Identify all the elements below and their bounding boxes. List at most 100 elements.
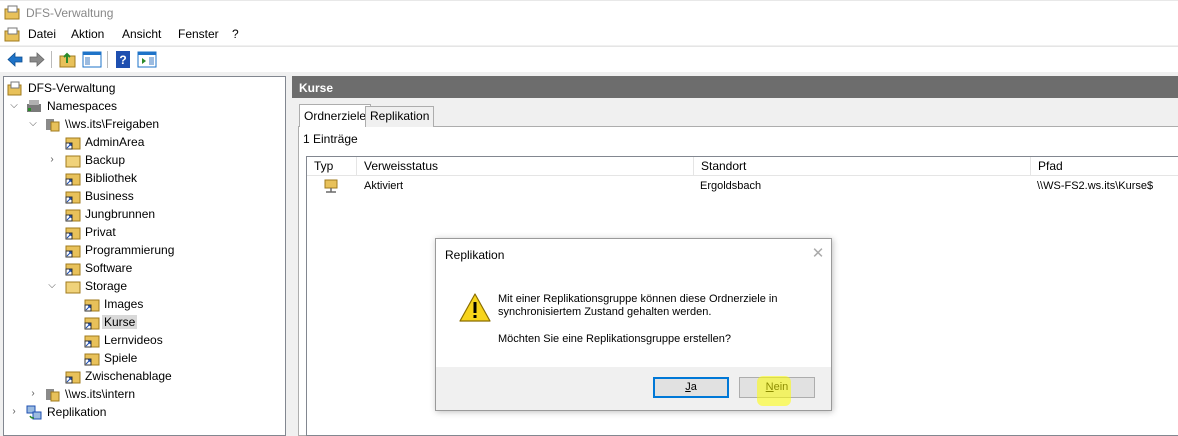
folder-link-icon bbox=[65, 137, 81, 150]
replication-icon bbox=[26, 405, 42, 420]
no-button[interactable]: Nein bbox=[739, 377, 815, 398]
folder-link-icon bbox=[65, 227, 81, 240]
folder-link-icon bbox=[84, 335, 100, 348]
back-arrow-icon[interactable] bbox=[5, 50, 25, 69]
tree-item-label: DFS-Verwaltung bbox=[28, 81, 116, 95]
tree-item-adminarea[interactable]: AdminArea bbox=[4, 133, 285, 151]
svg-text:?: ? bbox=[119, 53, 126, 67]
expand-chevron-icon[interactable]: › bbox=[9, 406, 19, 418]
tree-item-label: AdminArea bbox=[85, 135, 145, 149]
tree-item-freigaben[interactable]: ⌵ \\ws.its\Freigaben bbox=[4, 115, 285, 133]
no-mnemonic: N bbox=[765, 381, 774, 393]
column-header-standort[interactable]: Standort bbox=[694, 157, 1031, 176]
folder-link-icon bbox=[65, 263, 81, 276]
tree-item-label: Bibliothek bbox=[85, 171, 138, 185]
tab-ordnerziele[interactable]: Ordnerziele bbox=[299, 104, 372, 127]
show-hide-tree-icon[interactable] bbox=[82, 50, 102, 69]
up-folder-icon[interactable] bbox=[58, 50, 78, 69]
tree-item-label: Software bbox=[85, 261, 133, 275]
toolbar-separator bbox=[107, 51, 108, 68]
tree-item-label: Replikation bbox=[47, 405, 107, 419]
tree-item-lernvideos[interactable]: Lernvideos bbox=[4, 331, 285, 349]
tree-item-zwischenablage[interactable]: Zwischenablage bbox=[4, 367, 285, 385]
tree-item-label: \\ws.its\intern bbox=[65, 387, 136, 401]
folder-link-icon bbox=[65, 191, 81, 204]
toolbar: ? bbox=[0, 46, 1178, 72]
tree-item-label: \\ws.its\Freigaben bbox=[65, 117, 160, 131]
dfs-app-icon bbox=[4, 5, 20, 20]
close-icon[interactable]: ✕ bbox=[809, 245, 827, 263]
tree-item-backup[interactable]: › Backup bbox=[4, 151, 285, 169]
tree-item-label: Spiele bbox=[104, 351, 138, 365]
menu-datei[interactable]: Datei bbox=[28, 27, 56, 41]
entry-count: 1 Einträge bbox=[303, 132, 358, 146]
tree-item-label: Business bbox=[85, 189, 134, 203]
tree-item-label: Privat bbox=[85, 225, 116, 239]
cell-path: \\WS-FS2.ws.its\Kurse$ bbox=[1037, 180, 1154, 192]
replication-dialog: Replikation ✕ Mit einer Replikationsgrup… bbox=[435, 238, 832, 411]
tree-item-dfs-verwaltung[interactable]: DFS-Verwaltung bbox=[4, 79, 285, 97]
forward-arrow-icon[interactable] bbox=[27, 50, 47, 69]
tree-item-label: Namespaces bbox=[47, 99, 118, 113]
tree-item-intern[interactable]: › \\ws.its\intern bbox=[4, 385, 285, 403]
dialog-footer: Ja Nein bbox=[436, 367, 831, 410]
tree-item-label: Zwischenablage bbox=[85, 369, 172, 383]
dialog-message: Mit einer Replikationsgruppe können dies… bbox=[498, 293, 778, 318]
tree-item-label: Backup bbox=[85, 153, 126, 167]
column-header-typ[interactable]: Typ bbox=[307, 157, 357, 176]
table-row[interactable]: Aktiviert Ergoldsbach \\WS-FS2.ws.its\Ku… bbox=[307, 177, 1178, 195]
tree-item-label-selected: Kurse bbox=[102, 315, 138, 329]
collapse-chevron-icon[interactable]: ⌵ bbox=[28, 118, 38, 130]
folder-link-icon bbox=[65, 245, 81, 258]
folder-link-icon bbox=[65, 209, 81, 222]
show-hide-action-pane-icon[interactable] bbox=[137, 50, 157, 69]
namespace-server-icon bbox=[46, 119, 60, 132]
yes-button[interactable]: Ja bbox=[653, 377, 729, 398]
toolbar-separator bbox=[51, 51, 52, 68]
folder-link-icon bbox=[84, 317, 100, 330]
navigation-tree: DFS-Verwaltung ⌵ Namespaces ⌵ \\ws.its\F… bbox=[3, 76, 286, 436]
tree-item-software[interactable]: Software bbox=[4, 259, 285, 277]
tree-item-images[interactable]: Images bbox=[4, 295, 285, 313]
namespace-server-icon bbox=[46, 389, 60, 402]
tree-item-business[interactable]: Business bbox=[4, 187, 285, 205]
tree-item-namespaces[interactable]: ⌵ Namespaces bbox=[4, 97, 285, 115]
menu-aktion[interactable]: Aktion bbox=[71, 27, 104, 41]
tree-item-programmierung[interactable]: Programmierung bbox=[4, 241, 285, 259]
tab-replikation[interactable]: Replikation bbox=[365, 106, 435, 127]
tree-item-jungbrunnen[interactable]: Jungbrunnen bbox=[4, 205, 285, 223]
tree-item-spiele[interactable]: Spiele bbox=[4, 349, 285, 367]
title-bar: DFS-Verwaltung bbox=[0, 0, 1178, 24]
help-icon[interactable]: ? bbox=[113, 50, 133, 69]
tree-item-storage[interactable]: ⌵ Storage bbox=[4, 277, 285, 295]
expand-chevron-icon[interactable]: › bbox=[47, 154, 57, 166]
tree-item-label: Images bbox=[104, 297, 144, 311]
system-menu-icon[interactable] bbox=[4, 26, 21, 42]
tree-item-privat[interactable]: Privat bbox=[4, 223, 285, 241]
column-header-verweisstatus[interactable]: Verweisstatus bbox=[357, 157, 694, 176]
dialog-title: Replikation bbox=[445, 248, 505, 262]
column-header-pfad[interactable]: Pfad bbox=[1031, 157, 1178, 176]
menu-help[interactable]: ? bbox=[232, 27, 239, 41]
pane-title: Kurse bbox=[299, 81, 334, 95]
folder-link-icon bbox=[65, 371, 81, 384]
collapse-chevron-icon[interactable]: ⌵ bbox=[47, 280, 57, 292]
folder-icon bbox=[65, 155, 81, 168]
tree-item-label: Lernvideos bbox=[104, 333, 163, 347]
tree-item-bibliothek[interactable]: Bibliothek bbox=[4, 169, 285, 187]
folder-link-icon bbox=[84, 299, 100, 312]
tree-item-replikation[interactable]: › Replikation bbox=[4, 403, 285, 421]
pane-header: Kurse bbox=[292, 76, 1178, 98]
cell-status: Aktiviert bbox=[364, 180, 404, 192]
cell-location: Ergoldsbach bbox=[700, 180, 762, 192]
menu-fenster[interactable]: Fenster bbox=[178, 27, 219, 41]
namespaces-icon bbox=[27, 100, 41, 112]
tree-item-kurse[interactable]: Kurse bbox=[4, 313, 285, 331]
collapse-chevron-icon[interactable]: ⌵ bbox=[9, 100, 19, 112]
menu-ansicht[interactable]: Ansicht bbox=[122, 27, 161, 41]
warning-icon bbox=[459, 293, 491, 322]
dialog-question: Möchten Sie eine Replikationsgruppe erst… bbox=[498, 333, 731, 345]
expand-chevron-icon[interactable]: › bbox=[28, 388, 38, 400]
menu-bar: Datei Aktion Ansicht Fenster ? bbox=[0, 24, 1178, 45]
yes-label-rest: a bbox=[690, 381, 697, 393]
